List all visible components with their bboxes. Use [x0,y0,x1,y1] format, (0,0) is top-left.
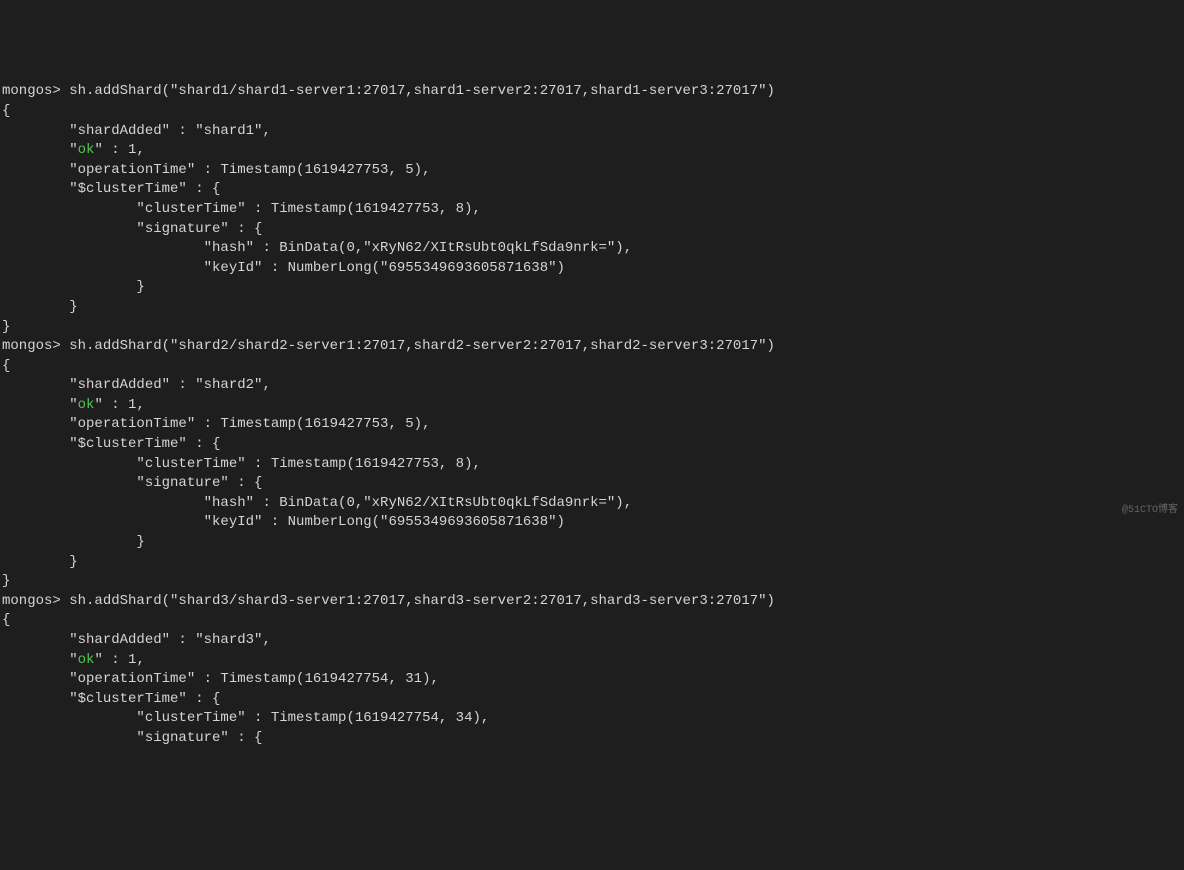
terminal-line: "$clusterTime" : { [2,435,1182,455]
terminal-line: "clusterTime" : Timestamp(1619427753, 8)… [2,200,1182,220]
terminal-line: "$clusterTime" : { [2,180,1182,200]
terminal-line: "operationTime" : Timestamp(1619427753, … [2,161,1182,181]
terminal-line: "hash" : BinData(0,"xRyN62/XItRsUbt0qkLf… [2,239,1182,259]
line-prefix: " [2,142,78,158]
line-suffix: " : 1, [94,142,144,158]
terminal-line: } [2,553,1182,573]
terminal-line: "signature" : { [2,220,1182,240]
terminal-line: } [2,298,1182,318]
ok-key: ok [78,397,95,413]
terminal-line: "shardAdded" : "shard2", [2,376,1182,396]
line-suffix: " : 1, [94,397,144,413]
terminal-line: "keyId" : NumberLong("695534969360587163… [2,513,1182,533]
terminal-line: "hash" : BinData(0,"xRyN62/XItRsUbt0qkLf… [2,494,1182,514]
terminal-line: "operationTime" : Timestamp(1619427754, … [2,670,1182,690]
terminal-line: "shardAdded" : "shard3", [2,631,1182,651]
line-suffix: " : 1, [94,652,144,668]
terminal-line: } [2,278,1182,298]
terminal-line: "ok" : 1, [2,396,1182,416]
line-prefix: " [2,652,78,668]
terminal-output[interactable]: mongos> sh.addShard("shard1/shard1-serve… [0,78,1184,752]
ok-key: ok [78,142,95,158]
terminal-line: "signature" : { [2,474,1182,494]
terminal-line: "keyId" : NumberLong("695534969360587163… [2,259,1182,279]
terminal-line: "ok" : 1, [2,141,1182,161]
terminal-line: mongos> sh.addShard("shard2/shard2-serve… [2,337,1182,357]
line-prefix: " [2,397,78,413]
terminal-line: "clusterTime" : Timestamp(1619427754, 34… [2,709,1182,729]
terminal-line: "ok" : 1, [2,651,1182,671]
terminal-line: "operationTime" : Timestamp(1619427753, … [2,415,1182,435]
terminal-line: } [2,533,1182,553]
terminal-line: mongos> sh.addShard("shard1/shard1-serve… [2,82,1182,102]
terminal-line: "signature" : { [2,729,1182,749]
terminal-line: "clusterTime" : Timestamp(1619427753, 8)… [2,455,1182,475]
terminal-line: { [2,102,1182,122]
terminal-line: } [2,572,1182,592]
terminal-line: mongos> sh.addShard("shard3/shard3-serve… [2,592,1182,612]
terminal-line: "$clusterTime" : { [2,690,1182,710]
terminal-line: { [2,357,1182,377]
terminal-line: } [2,318,1182,338]
terminal-line: { [2,611,1182,631]
terminal-line: "shardAdded" : "shard1", [2,122,1182,142]
watermark: @51CTO博客 [1122,504,1178,518]
ok-key: ok [78,652,95,668]
